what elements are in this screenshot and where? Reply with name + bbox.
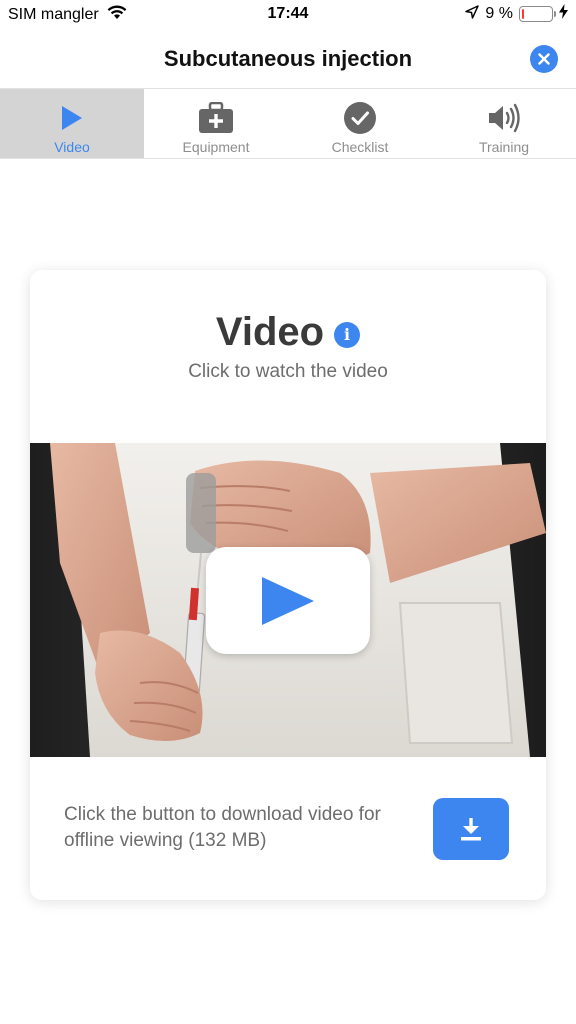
status-bar: SIM mangler 17:44 9 % xyxy=(0,0,576,30)
card-subtitle: Click to watch the video xyxy=(188,361,388,382)
nav-header: Subcutaneous injection xyxy=(0,30,576,88)
play-icon xyxy=(262,576,314,625)
charging-bolt-icon xyxy=(559,4,568,24)
download-button[interactable] xyxy=(433,798,509,860)
tab-video[interactable]: Video xyxy=(0,89,144,158)
tab-label: Equipment xyxy=(182,139,250,155)
download-description: Click the button to download video for o… xyxy=(64,804,381,851)
speaker-icon xyxy=(487,101,521,135)
video-thumbnail[interactable] xyxy=(30,443,546,757)
tab-training[interactable]: Training xyxy=(432,89,576,158)
card-title: Video xyxy=(215,310,325,354)
close-icon xyxy=(538,53,550,65)
tab-label: Video xyxy=(54,139,90,155)
status-right: 9 % xyxy=(465,4,568,24)
card-title-row: Video i xyxy=(30,310,546,355)
close-button[interactable] xyxy=(530,45,558,73)
battery-level xyxy=(522,9,524,19)
video-card: Video i Click to watch the video Click t… xyxy=(30,270,546,900)
download-icon xyxy=(461,818,481,841)
play-icon xyxy=(60,101,84,135)
battery-percent: 9 % xyxy=(485,5,513,22)
battery-icon xyxy=(519,6,556,22)
tab-equipment[interactable]: Equipment xyxy=(144,89,288,158)
play-button[interactable] xyxy=(206,547,370,654)
tab-label: Training xyxy=(478,139,530,155)
first-aid-kit-icon xyxy=(198,101,234,135)
tab-checklist[interactable]: Checklist xyxy=(288,89,432,158)
tab-bar: Video Equipment Checklist Training xyxy=(0,88,576,159)
info-icon[interactable]: i xyxy=(334,321,361,348)
location-arrow-icon xyxy=(465,4,480,24)
checkmark-circle-icon xyxy=(343,101,377,135)
tab-label: Checklist xyxy=(331,139,389,155)
page-title: Subcutaneous injection xyxy=(163,46,413,71)
